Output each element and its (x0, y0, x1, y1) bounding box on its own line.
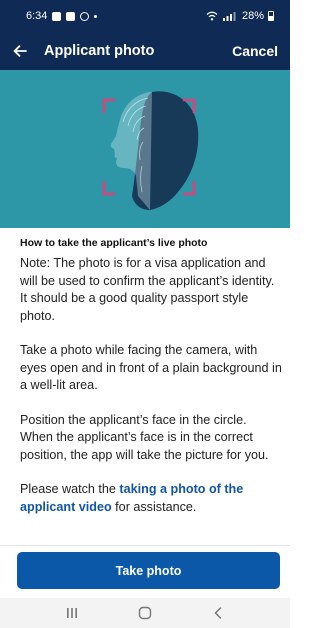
app-header: Applicant photo Cancel (0, 32, 290, 70)
back-button[interactable] (0, 32, 40, 70)
system-navigation-bar (0, 598, 290, 628)
hero-banner (0, 70, 290, 228)
bottom-divider (0, 545, 290, 546)
face-scan-illustration (102, 91, 199, 210)
take-photo-button[interactable]: Take photo (17, 552, 280, 589)
status-time: 6:34 (26, 10, 48, 22)
watch-suffix: for assistance. (111, 499, 197, 514)
instructions-section: How to take the applicant’s live photo N… (20, 237, 282, 516)
battery-percent: 28% (241, 10, 264, 22)
signal-icon (222, 12, 236, 21)
sync-notification-icon (80, 11, 90, 21)
more-notifications-dot-icon (94, 14, 98, 18)
note-paragraph: Note: The photo is for a visa applicatio… (20, 256, 275, 323)
message-notification-icon (66, 11, 76, 21)
status-bar: 6:34 28% (0, 0, 290, 32)
watch-prefix: Please watch the (20, 482, 120, 496)
arrow-left-icon (13, 45, 27, 57)
position-face-paragraph: Position the applicant’s face in the cir… (20, 412, 269, 462)
system-back-button[interactable] (198, 598, 238, 628)
home-button[interactable] (125, 598, 165, 628)
cancel-button[interactable]: Cancel (232, 43, 290, 59)
gallery-notification-icon (52, 11, 62, 21)
back-icon (214, 607, 221, 619)
facing-camera-paragraph: Take a photo while facing the camera, wi… (20, 343, 282, 392)
page-title: Applicant photo (44, 43, 155, 59)
instructions-heading: How to take the applicant’s live photo (20, 237, 208, 249)
status-left: 6:34 (26, 10, 98, 22)
battery-icon (268, 11, 274, 21)
watch-video-paragraph: Please watch the taking a photo of the a… (20, 481, 282, 516)
recent-apps-button[interactable] (52, 598, 92, 628)
recent-apps-icon (67, 608, 78, 618)
wifi-icon (206, 11, 218, 21)
home-icon (138, 606, 152, 620)
status-right: 28% (206, 10, 274, 22)
